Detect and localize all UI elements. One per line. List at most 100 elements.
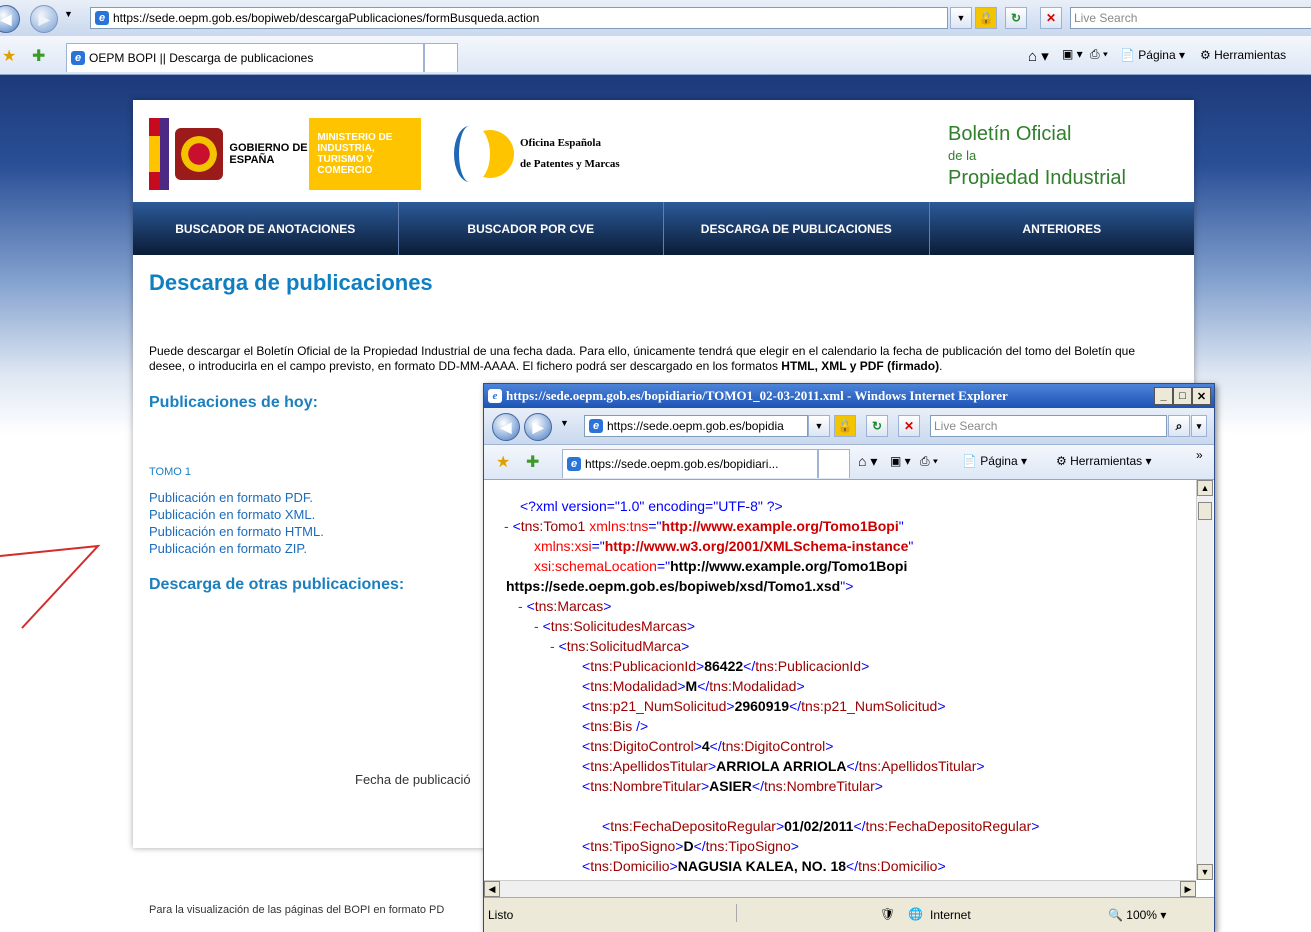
xml-attr-name: xmlns:xsi — [534, 538, 592, 554]
tools-menu[interactable]: ⚙ Herramientas — [1200, 48, 1286, 62]
xml-tag: tns:SolicitudesMarcas — [550, 618, 687, 634]
popup-address-dropdown[interactable]: ▼ — [808, 415, 830, 437]
xml-content: <?xml version="1.0" encoding="UTF-8" ?> … — [484, 480, 1196, 880]
lock-icon[interactable]: 🔒 — [975, 7, 997, 29]
add-favorites-icon[interactable]: ✚ — [32, 46, 45, 66]
status-panels — [736, 904, 847, 922]
popup-tools-menu[interactable]: ⚙ Herramientas ▾ — [1056, 454, 1151, 468]
new-tab-button[interactable] — [424, 43, 458, 72]
link-pdf[interactable]: Publicación en formato PDF. — [149, 489, 324, 506]
ministry-label: MINISTERIO DE INDUSTRIA, TURISMO Y COMER… — [309, 118, 421, 190]
coat-of-arms-icon — [175, 128, 224, 180]
favorites-star-icon[interactable]: ★ — [2, 46, 16, 66]
popup-page-menu[interactable]: 📄 Página ▾ — [962, 454, 1027, 468]
xml-tag: tns:DigitoControl — [590, 738, 694, 754]
popup-refresh-icon[interactable]: ↻ — [866, 415, 888, 437]
intro-formats: HTML, XML y PDF (firmado) — [781, 359, 940, 373]
collapse-toggle[interactable]: - — [550, 638, 555, 654]
collapse-toggle[interactable]: - — [518, 598, 523, 614]
link-html[interactable]: Publicación en formato HTML. — [149, 523, 324, 540]
scroll-left-arrow[interactable]: ◀ — [484, 881, 500, 897]
zoom-control[interactable]: 🔍 100% ▾ — [1108, 908, 1166, 922]
popup-search-icon[interactable]: ⌕ — [1168, 415, 1190, 437]
main-menu: BUSCADOR DE ANOTACIONES BUSCADOR POR CVE… — [133, 202, 1194, 255]
popup-feeds-icon[interactable]: ▣ ▾ — [890, 454, 911, 468]
collapse-toggle[interactable]: - — [534, 618, 539, 634]
xml-attr-name: xsi:schemaLocation — [534, 558, 657, 574]
close-button[interactable]: ✕ — [1192, 387, 1211, 405]
popup-add-favorites-icon[interactable]: ✚ — [526, 452, 539, 472]
popup-address-input[interactable]: e https://sede.oepm.gob.es/bopidia — [584, 415, 808, 437]
popup-forward-button[interactable]: ▶ — [524, 413, 552, 441]
xml-value: ARRIOLA ARRIOLA — [716, 758, 847, 774]
vertical-scrollbar[interactable]: ▲ ▼ — [1196, 480, 1213, 880]
footer-note: Para la visualización de las páginas del… — [149, 904, 445, 916]
popup-favorites-icon[interactable]: ★ — [496, 452, 510, 472]
xml-element-line: - <tns:SolicitudMarca> — [550, 638, 690, 654]
forward-button[interactable]: ▶ — [30, 5, 58, 33]
search-input[interactable]: Live Search — [1070, 7, 1311, 29]
collapse-toggle[interactable]: - — [504, 518, 509, 534]
xml-attr-line: xsi:schemaLocation="http://www.example.o… — [534, 558, 908, 574]
xml-tag: tns:SolicitudMarca — [566, 638, 682, 654]
popup-new-tab-button[interactable] — [818, 449, 850, 478]
xml-value: D — [683, 838, 694, 854]
popup-tab-active[interactable]: e https://sede.oepm.gob.es/bopidiari... — [562, 449, 818, 478]
home-icon[interactable]: ⌂ ▾ — [1028, 47, 1049, 65]
xml-tag: tns:Modalidad — [590, 678, 678, 694]
link-zip[interactable]: Publicación en formato ZIP. — [149, 540, 324, 557]
xml-attr-value: http://www.example.org/Tomo1Bopi — [661, 518, 899, 534]
horizontal-scrollbar[interactable]: ◀ ▶ — [484, 880, 1196, 897]
address-dropdown-button[interactable]: ▼ — [950, 7, 972, 29]
oepm-logo: Oficina Española de Patentes y Marcas — [454, 126, 620, 182]
popup-lock-icon[interactable]: 🔒 — [834, 415, 856, 437]
scroll-thumb[interactable] — [1198, 502, 1212, 520]
xml-field-line: <tns:NombreTitular>ASIER</tns:NombreTitu… — [582, 778, 883, 794]
fecha-publicacion-label: Fecha de publicació — [355, 772, 471, 787]
popup-history-dropdown-icon[interactable]: ▼ — [560, 418, 569, 428]
popup-search-input[interactable]: Live Search — [930, 415, 1167, 437]
popup-tab-icon: e — [567, 457, 581, 471]
xml-attr-line: xmlns:xsi="http://www.w3.org/2001/XMLSch… — [534, 538, 914, 554]
print-icon[interactable]: ⎙ ▾ — [1090, 47, 1108, 62]
minimize-button[interactable]: _ — [1154, 387, 1173, 405]
popup-tools-label: Herramientas — [1070, 454, 1143, 468]
browser-tab-active[interactable]: e OEPM BOPI || Descarga de publicaciones — [66, 43, 424, 72]
scroll-down-arrow[interactable]: ▼ — [1197, 864, 1213, 880]
menu-buscador-cve[interactable]: BUSCADOR POR CVE — [399, 202, 664, 255]
xml-field-line: <tns:Bis /> — [582, 718, 649, 734]
popup-stop-icon[interactable]: ✕ — [898, 415, 920, 437]
popup-back-button[interactable]: ◀ — [492, 413, 520, 441]
popup-search-options-button[interactable]: ▾ — [1191, 415, 1207, 437]
publication-links: Publicación en formato PDF. Publicación … — [149, 489, 324, 557]
popup-titlebar[interactable]: e https://sede.oepm.gob.es/bopidiario/TO… — [484, 384, 1214, 408]
scroll-up-arrow[interactable]: ▲ — [1197, 480, 1213, 496]
page-menu[interactable]: 📄 Página ▾ — [1120, 48, 1185, 62]
back-button[interactable]: ◀ — [0, 5, 20, 33]
boletin-title: Boletín Oficial de la Propiedad Industri… — [948, 122, 1126, 190]
xml-field-line: <tns:Modalidad>M</tns:Modalidad> — [582, 678, 805, 694]
refresh-icon[interactable]: ↻ — [1005, 7, 1027, 29]
popup-print-icon[interactable]: ⎙ ▾ — [920, 454, 938, 469]
scroll-right-arrow[interactable]: ▶ — [1180, 881, 1196, 897]
xml-root-tag: tns:Tomo1 — [520, 518, 586, 534]
maximize-button[interactable]: □ — [1173, 387, 1192, 405]
menu-anteriores[interactable]: ANTERIORES — [930, 202, 1195, 255]
link-xml[interactable]: Publicación en formato XML. — [149, 506, 324, 523]
feeds-icon[interactable]: ▣ ▾ — [1062, 47, 1083, 61]
history-dropdown-icon[interactable]: ▼ — [64, 9, 73, 19]
menu-descarga-publicaciones[interactable]: DESCARGA DE PUBLICACIONES — [664, 202, 930, 255]
xml-tag: tns:PublicacionId — [590, 658, 697, 674]
popup-more-icon[interactable]: » — [1196, 448, 1203, 462]
popup-url: https://sede.oepm.gob.es/bopidia — [607, 419, 784, 433]
xml-attr-value: http://www.w3.org/2001/XMLSchema-instanc… — [604, 538, 909, 554]
menu-buscador-anotaciones[interactable]: BUSCADOR DE ANOTACIONES — [133, 202, 399, 255]
xml-attr-value: https://sede.oepm.gob.es/bopiweb/xsd/Tom… — [506, 578, 841, 594]
xml-field-line: <tns:PublicacionId>86422</tns:Publicacio… — [582, 658, 870, 674]
xml-value: M — [685, 678, 698, 694]
stop-icon[interactable]: ✕ — [1040, 7, 1062, 29]
address-input[interactable]: e https://sede.oepm.gob.es/bopiweb/desca… — [90, 7, 948, 29]
xml-popup-window: e https://sede.oepm.gob.es/bopidiario/TO… — [483, 383, 1215, 932]
popup-home-icon[interactable]: ⌂ ▾ — [858, 453, 877, 470]
government-logo: GOBIERNO DE ESPAÑA MINISTERIO DE INDUSTR… — [149, 118, 421, 190]
